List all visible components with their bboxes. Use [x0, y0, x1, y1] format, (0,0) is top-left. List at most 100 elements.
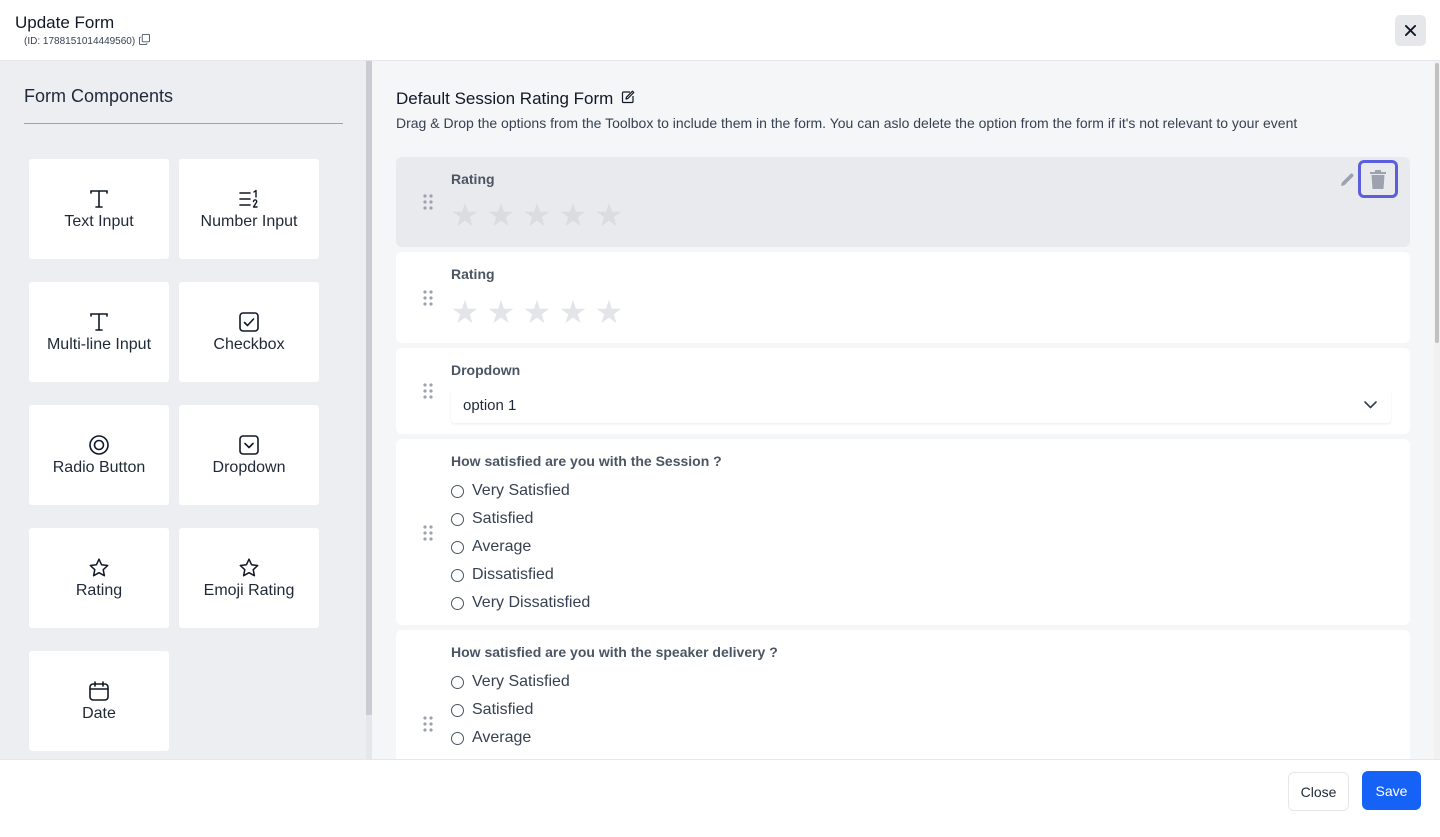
- radio-label: Average: [472, 729, 532, 746]
- modal-header: Update Form (ID: 1788151014449560): [0, 0, 1440, 61]
- component-number-input[interactable]: Number Input: [179, 159, 319, 259]
- form-builder-canvas: Default Session Rating Form Drag & Drop …: [372, 61, 1434, 759]
- form-id-text: (ID: 1788151014449560): [24, 35, 136, 47]
- form-title-text: Default Session Rating Form: [396, 89, 614, 108]
- form-field-rating[interactable]: Rating ★ ★ ★ ★ ★: [396, 157, 1410, 247]
- radio-option[interactable]: Satisfied: [451, 505, 590, 533]
- radio-circle[interactable]: [451, 596, 464, 610]
- radio-label: Satisfied: [472, 510, 534, 527]
- trash-icon: [1370, 169, 1386, 189]
- component-label: Emoji Rating: [203, 581, 295, 599]
- form-field-radio[interactable]: How satisfied are you with the Session ?…: [396, 439, 1410, 625]
- component-label: Checkbox: [213, 335, 285, 353]
- radio-options: Very Satisfied Satisfied Average Dissati…: [451, 477, 590, 617]
- calendar-icon: [88, 680, 110, 702]
- component-rating[interactable]: Rating: [29, 528, 169, 628]
- edit-field-icon[interactable]: [1338, 171, 1356, 189]
- component-label: Multi-line Input: [46, 335, 152, 353]
- radio-circle[interactable]: [451, 568, 464, 582]
- component-label: Dropdown: [212, 458, 286, 476]
- star-2[interactable]: ★: [486, 296, 516, 328]
- star-4[interactable]: ★: [558, 199, 588, 231]
- component-text-input[interactable]: Text Input: [29, 159, 169, 259]
- radio-circle[interactable]: [451, 540, 464, 554]
- field-label: Rating: [451, 266, 495, 282]
- radio-option[interactable]: Satisfied: [451, 696, 570, 724]
- radio-option[interactable]: Average: [451, 724, 570, 752]
- sidebar-title: Form Components: [24, 86, 174, 106]
- delete-field-button[interactable]: [1358, 160, 1398, 198]
- component-dropdown[interactable]: Dropdown: [179, 405, 319, 505]
- radio-circle[interactable]: [451, 512, 464, 526]
- radio-label: Dissatisfied: [472, 566, 554, 583]
- radio-circle[interactable]: [451, 703, 464, 717]
- field-label: Rating: [451, 171, 495, 187]
- form-field-rating[interactable]: Rating ★ ★ ★ ★ ★: [396, 252, 1410, 343]
- dropdown-value: option 1: [463, 397, 517, 414]
- radio-options: Very Satisfied Satisfied Average: [451, 668, 570, 752]
- form-field-dropdown[interactable]: Dropdown option 1: [396, 348, 1410, 434]
- component-label: Number Input: [200, 212, 298, 230]
- component-multiline-input[interactable]: Multi-line Input: [29, 282, 169, 382]
- drag-handle-icon[interactable]: [423, 383, 433, 399]
- text-icon: [88, 311, 110, 333]
- form-components-panel: Form Components Text Input Number Input …: [0, 61, 366, 759]
- copy-icon[interactable]: [139, 34, 151, 48]
- chevron-down-icon: [1364, 401, 1377, 409]
- radio-label: Very Satisfied: [472, 673, 570, 690]
- star-1[interactable]: ★: [450, 199, 480, 231]
- canvas-scrollbar-thumb[interactable]: [1435, 63, 1439, 343]
- radio-label: Very Dissatisfied: [472, 594, 591, 611]
- radio-circle[interactable]: [451, 731, 464, 745]
- star-icon: [238, 557, 260, 579]
- edit-title-icon[interactable]: [621, 89, 635, 109]
- modal-footer: Close Save: [0, 759, 1440, 837]
- radio-option[interactable]: Average: [451, 533, 590, 561]
- field-label: Dropdown: [451, 362, 521, 378]
- close-icon: [1405, 25, 1416, 36]
- radio-option[interactable]: Very Dissatisfied: [451, 589, 590, 617]
- radio-label: Average: [472, 538, 532, 555]
- star-5[interactable]: ★: [594, 296, 624, 328]
- rating-stars: ★ ★ ★ ★ ★: [450, 199, 624, 231]
- star-3[interactable]: ★: [522, 199, 552, 231]
- component-label: Date: [82, 704, 116, 722]
- radio-circle[interactable]: [451, 484, 464, 498]
- text-icon: [88, 188, 110, 210]
- radio-circle[interactable]: [451, 675, 464, 689]
- radio-option[interactable]: Very Satisfied: [451, 477, 590, 505]
- radio-icon: [88, 434, 110, 456]
- component-emoji-rating[interactable]: Emoji Rating: [179, 528, 319, 628]
- form-id: (ID: 1788151014449560): [24, 34, 151, 48]
- component-label: Text Input: [64, 212, 134, 230]
- drag-handle-icon[interactable]: [423, 525, 433, 541]
- component-checkbox[interactable]: Checkbox: [179, 282, 319, 382]
- sidebar-divider: [24, 123, 343, 124]
- dropdown-select[interactable]: option 1: [451, 389, 1391, 423]
- component-date[interactable]: Date: [29, 651, 169, 751]
- drag-handle-icon[interactable]: [423, 290, 433, 306]
- dropdown-icon: [238, 434, 260, 456]
- close-modal-button[interactable]: [1395, 15, 1426, 46]
- number-list-icon: [238, 188, 260, 210]
- radio-option[interactable]: Very Satisfied: [451, 668, 570, 696]
- star-3[interactable]: ★: [522, 296, 552, 328]
- radio-label: Satisfied: [472, 701, 534, 718]
- rating-stars: ★ ★ ★ ★ ★: [450, 296, 624, 328]
- component-radio-button[interactable]: Radio Button: [29, 405, 169, 505]
- radio-label: Very Satisfied: [472, 482, 570, 499]
- modal-title: Update Form: [15, 13, 115, 32]
- form-description: Drag & Drop the options from the Toolbox…: [396, 115, 1298, 131]
- component-label: Rating: [75, 581, 123, 599]
- star-4[interactable]: ★: [558, 296, 588, 328]
- star-1[interactable]: ★: [450, 296, 480, 328]
- star-5[interactable]: ★: [594, 199, 624, 231]
- drag-handle-icon[interactable]: [423, 716, 433, 732]
- form-title: Default Session Rating Form: [396, 89, 635, 109]
- star-2[interactable]: ★: [486, 199, 516, 231]
- close-button[interactable]: Close: [1288, 772, 1349, 811]
- drag-handle-icon[interactable]: [423, 194, 433, 210]
- radio-option[interactable]: Dissatisfied: [451, 561, 590, 589]
- form-field-radio[interactable]: How satisfied are you with the speaker d…: [396, 630, 1410, 759]
- save-button[interactable]: Save: [1362, 771, 1421, 810]
